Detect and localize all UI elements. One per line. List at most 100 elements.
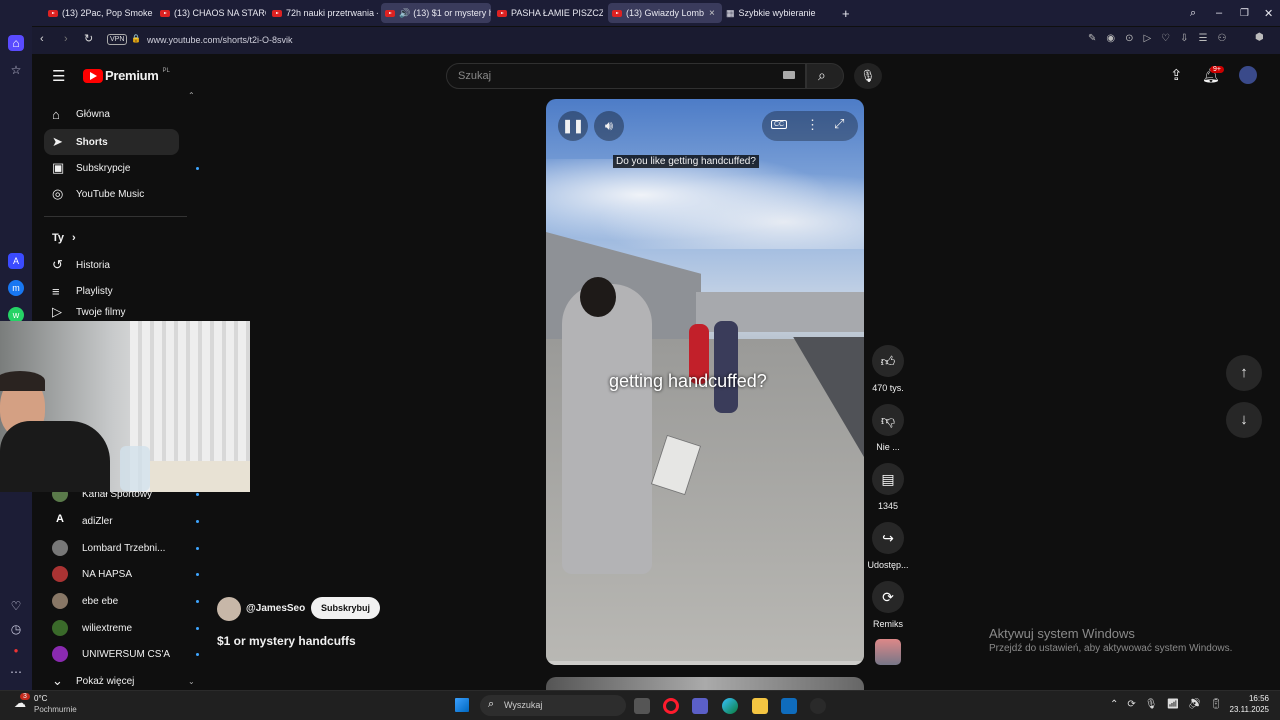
subscribe-button[interactable]: Subskrybuj <box>311 597 381 619</box>
tab-5-current[interactable]: (13) Gwiazdy Lombar × <box>608 3 722 23</box>
sidebar-item-your-videos[interactable]: ▷ Twoje filmy <box>44 305 179 319</box>
opera-taskbar-icon[interactable] <box>663 698 679 714</box>
messenger-icon[interactable]: m <box>8 280 24 296</box>
volume-button[interactable]: 🔊︎ <box>594 111 624 141</box>
taskbar-search[interactable]: ⌕ Wyszukaj <box>480 695 626 716</box>
back-icon[interactable]: ‹ <box>40 33 44 45</box>
tab-3[interactable]: 🔊(13) $1 or mystery har <box>381 3 491 23</box>
channel-avatar: A <box>56 513 64 525</box>
menu-icon[interactable]: ☰ <box>52 67 65 85</box>
tab-6[interactable]: ▦ Szybkie wybieranie <box>722 3 832 23</box>
star-icon[interactable]: ☆ <box>8 62 24 78</box>
sound-thumbnail[interactable] <box>875 639 901 665</box>
remix-button[interactable]: ⟳ Remiks <box>872 581 904 629</box>
you-section-header[interactable]: Ty › <box>52 232 76 244</box>
share-button[interactable]: ↪ Udostęp... <box>867 522 909 570</box>
heart-icon[interactable]: ♡ <box>8 598 24 614</box>
subtitle-caption: Do you like getting handcuffed? <box>613 155 759 168</box>
sub-item[interactable]: NA HAPSA <box>44 561 179 587</box>
tab-label: (13) $1 or mystery har <box>413 8 491 18</box>
avatar[interactable] <box>1239 66 1257 84</box>
clock-time[interactable]: 16:56 <box>1229 694 1269 703</box>
maximize-button[interactable]: ❐ <box>1236 3 1253 23</box>
clock-date[interactable]: 23.11.2025 <box>1219 705 1269 714</box>
start-button[interactable] <box>455 698 469 712</box>
sidebar-item-playlists[interactable]: ≡ Playlisty <box>44 278 179 304</box>
tab-label: PASHA ŁAMIE PISZCZEL! 🩼 <box>511 7 603 18</box>
teams-icon[interactable] <box>692 698 708 714</box>
sidebar-item-music[interactable]: ◎ YouTube Music <box>44 181 179 207</box>
channel-avatar[interactable] <box>217 597 241 621</box>
minimize-button[interactable]: – <box>1212 3 1226 23</box>
section-label: Ty <box>52 232 65 244</box>
comment-icon: ▤ <box>872 463 904 495</box>
next-short-button[interactable]: ↓ <box>1226 402 1262 438</box>
sub-item[interactable]: ebe ebe <box>44 588 179 614</box>
short-title[interactable]: $1 or mystery handcuffs <box>217 634 356 648</box>
home-icon: ⌂ <box>52 106 60 122</box>
scroll-up-icon[interactable]: ⌃ <box>188 91 195 100</box>
sub-item[interactable]: Lombard Trzebni... <box>44 535 179 561</box>
reload-icon[interactable]: ↻ <box>84 32 93 45</box>
like-button[interactable]: 👍︎ 470 tys. <box>872 345 904 393</box>
thumbs-down-icon: 👎︎ <box>872 404 904 436</box>
home-icon[interactable]: ⌂ <box>8 35 24 51</box>
tab-4[interactable]: PASHA ŁAMIE PISZCZEL! 🩼 <box>493 3 603 23</box>
system-tray-icons[interactable]: ⌃⟳🎙︎📶︎🔊︎🔋︎ <box>1110 699 1232 710</box>
previous-short-button[interactable]: ↑ <box>1226 355 1262 391</box>
aria-icon[interactable]: A <box>8 253 24 269</box>
search-input[interactable]: Szukaj <box>446 63 806 89</box>
comments-button[interactable]: ▤ 1345 <box>872 463 904 511</box>
youtube-logo[interactable]: Premium PL <box>83 68 170 83</box>
channel-avatar <box>52 566 68 582</box>
new-tab-button[interactable]: + <box>838 3 854 23</box>
sub-item[interactable]: AadiZler <box>44 508 179 534</box>
toolbar-icons[interactable]: ✎◉⊙▷♡⇩☰⚇ <box>1088 33 1236 44</box>
person-head <box>580 277 616 317</box>
sidebar-item-subscriptions[interactable]: ▣ Subskrypcje <box>44 155 179 181</box>
youtube-play-icon <box>83 68 103 83</box>
search-button[interactable]: ⌕ <box>806 63 844 89</box>
short-video-player[interactable]: ❚❚ 🔊︎ CC ⋮ ⤢ Do you like getting handcuf… <box>546 99 864 665</box>
sidebar-item-shorts[interactable]: ➤ Shorts <box>44 129 179 155</box>
weather-desc[interactable]: Pochmurnie <box>34 705 77 714</box>
tab-0[interactable]: (13) 2Pac, Pop Smoke - W <box>44 3 154 23</box>
activation-watermark-text: Przejdź do ustawień, aby aktywować syste… <box>989 643 1233 654</box>
tab-2[interactable]: 72h nauki przetrwania - c <box>268 3 378 23</box>
vpn-badge[interactable]: VPN <box>107 34 128 45</box>
clock-icon[interactable]: ◷ <box>8 621 24 637</box>
forward-icon[interactable]: › <box>64 33 68 45</box>
edge-icon[interactable] <box>722 698 738 714</box>
task-view-icon[interactable] <box>634 698 650 714</box>
tab-search-icon[interactable]: ⌕ <box>1186 3 1200 23</box>
recording-icon[interactable]: ● <box>8 643 24 659</box>
more-options-icon[interactable]: ⋮ <box>806 117 819 133</box>
fullscreen-icon[interactable]: ⤢ <box>834 116 844 132</box>
window-close-button[interactable]: ✕ <box>1260 3 1277 23</box>
sidebar-item-label: Subskrypcje <box>76 162 131 174</box>
pause-button[interactable]: ❚❚ <box>558 111 588 141</box>
speaker-icon[interactable]: 🔊 <box>399 8 410 19</box>
sidebar-item-history[interactable]: ↺ Historia <box>44 252 179 278</box>
scroll-down-icon[interactable]: ⌄ <box>188 677 195 686</box>
dislike-button[interactable]: 👎︎ Nie ... <box>872 404 904 452</box>
sub-item[interactable]: UNIWERSUM CS'A <box>44 641 179 667</box>
tab-1[interactable]: (13) CHAOS NA STARCIE, <box>156 3 266 23</box>
progress-bar[interactable] <box>546 661 864 665</box>
upload-icon[interactable]: ⇪ <box>1170 66 1183 84</box>
sidebar-item-home[interactable]: ⌂ Główna <box>44 101 179 127</box>
next-short-preview[interactable] <box>546 677 864 690</box>
close-icon[interactable]: × <box>709 8 715 19</box>
keyboard-icon[interactable] <box>783 71 795 79</box>
app-icon[interactable] <box>810 698 826 714</box>
captions-button[interactable]: CC <box>771 120 788 129</box>
mic-button[interactable]: 🎙 <box>854 63 882 89</box>
channel-handle[interactable]: @JamesSeo <box>246 603 305 614</box>
more-icon[interactable]: ⋯ <box>8 664 24 680</box>
sub-item[interactable]: wiliextreme <box>44 615 179 641</box>
url-field[interactable]: www.youtube.com/shorts/t2i-O-8svik <box>147 35 293 45</box>
file-explorer-icon[interactable] <box>752 698 768 714</box>
store-icon[interactable] <box>781 698 797 714</box>
weather-temp[interactable]: 0°C <box>34 694 47 703</box>
extensions-icon[interactable]: ⬢ <box>1255 32 1264 43</box>
